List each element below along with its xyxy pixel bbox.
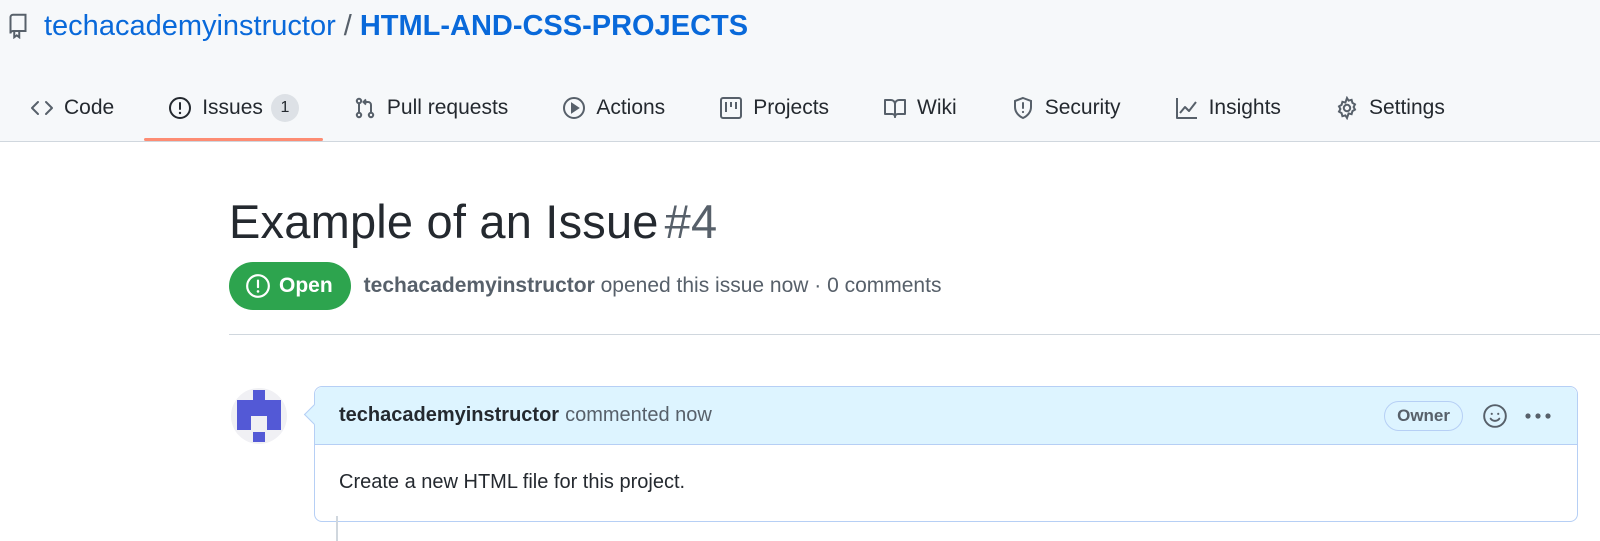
issue-opened-icon <box>245 273 271 299</box>
header-divider <box>229 334 1600 335</box>
comment-body: Create a new HTML file for this project. <box>339 471 686 493</box>
tab-code[interactable]: Code <box>0 78 138 138</box>
issues-counter: 1 <box>270 94 299 122</box>
git-pull-request-icon <box>353 96 377 120</box>
tab-label: Code <box>64 96 115 119</box>
comment-author-link[interactable]: techacademyinstructor <box>339 404 559 427</box>
issue-state-row: Open techacademyinstructor opened this i… <box>229 262 941 310</box>
tab-pull-requests[interactable]: Pull requests <box>323 78 532 138</box>
code-icon <box>30 96 54 120</box>
repo-title: techacademyinstructor / HTML-AND-CSS-PRO… <box>8 6 748 46</box>
repo-header: techacademyinstructor / HTML-AND-CSS-PRO… <box>0 0 1600 142</box>
tab-label: Actions <box>596 96 666 119</box>
issue-author-link[interactable]: techacademyinstructor <box>364 274 595 297</box>
issue-title: Example of an Issue #4 <box>229 194 717 249</box>
repo-owner-link[interactable]: techacademyinstructor <box>44 10 336 43</box>
avatar[interactable] <box>231 388 287 444</box>
owner-badge: Owner <box>1384 401 1463 431</box>
tab-actions[interactable]: Actions <box>532 78 689 138</box>
comment-actions: Owner <box>1384 387 1553 445</box>
tab-projects[interactable]: Projects <box>689 78 853 138</box>
tab-label: Insights <box>1208 96 1281 119</box>
tab-label: Settings <box>1368 96 1445 119</box>
gear-icon <box>1335 96 1359 120</box>
repo-name-link[interactable]: HTML-AND-CSS-PROJECTS <box>360 10 748 43</box>
shield-icon <box>1011 96 1035 120</box>
tab-issues[interactable]: Issues 1 <box>138 78 323 141</box>
project-icon <box>719 96 743 120</box>
play-icon <box>562 96 586 120</box>
tab-security[interactable]: Security <box>981 78 1145 138</box>
tab-insights[interactable]: Insights <box>1145 78 1305 138</box>
tab-label: Issues <box>202 96 263 119</box>
tab-settings[interactable]: Settings <box>1305 78 1469 138</box>
kebab-horizontal-icon[interactable] <box>1523 402 1553 430</box>
issue-state-badge: Open <box>229 262 351 310</box>
tab-label: Pull requests <box>386 96 509 119</box>
comment-header: techacademyinstructor commented now Owne… <box>315 387 1577 445</box>
tab-label: Projects <box>753 96 830 119</box>
book-icon <box>883 96 907 120</box>
issue-meta: techacademyinstructor opened this issue … <box>364 274 942 298</box>
issue-number: #4 <box>664 195 718 248</box>
issue-title-text: Example of an Issue <box>229 195 659 248</box>
comment-action-text: commented now <box>565 404 712 426</box>
graph-icon <box>1175 96 1199 120</box>
issue-state-label: Open <box>279 274 333 297</box>
repo-separator: / <box>343 9 352 42</box>
repo-nav-tabs: Code Issues 1 Pull requests Actions Proj… <box>0 78 1469 142</box>
comment-box: techacademyinstructor commented now Owne… <box>314 386 1578 522</box>
smiley-icon[interactable] <box>1481 402 1509 430</box>
tab-wiki[interactable]: Wiki <box>853 78 981 138</box>
issue-opened-icon <box>168 96 192 120</box>
issue-meta-text: opened this issue now · 0 comments <box>600 274 942 297</box>
tab-label: Wiki <box>917 96 957 119</box>
timeline-line <box>336 516 338 541</box>
tab-label: Security <box>1044 96 1121 119</box>
repo-icon <box>8 13 28 39</box>
